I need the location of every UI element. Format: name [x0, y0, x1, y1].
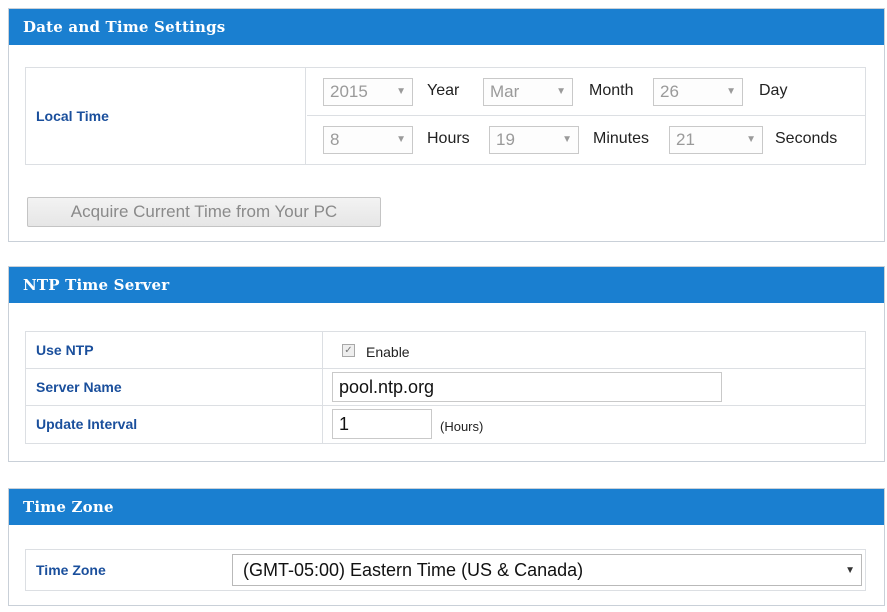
use-ntp-label: Use NTP	[36, 342, 94, 358]
column-divider	[322, 332, 323, 369]
date-time-settings-header: Date and Time Settings	[9, 9, 884, 45]
month-select[interactable]: Mar ▼	[483, 78, 573, 106]
minutes-select[interactable]: 19 ▼	[489, 126, 579, 154]
server-name-row: Server Name pool.ntp.org	[26, 369, 865, 406]
year-unit-label: Year	[427, 82, 460, 99]
month-dropdown-arrow-icon: ▼	[556, 86, 566, 97]
time-zone-header: Time Zone	[9, 489, 884, 525]
minutes-unit-label: Minutes	[593, 130, 650, 147]
year-select[interactable]: 2015 ▼	[323, 78, 413, 106]
minutes-value: 19	[496, 130, 515, 149]
time-zone-table: Time Zone (GMT-05:00) Eastern Time (US &…	[25, 549, 866, 591]
local-time-label-cell: Local Time	[26, 68, 306, 164]
ntp-time-server-panel: NTP Time Server Use NTP ✓ Enable Server …	[8, 266, 885, 462]
update-interval-row: Update Interval 1 (Hours)	[26, 406, 865, 443]
update-interval-input[interactable]: 1	[332, 409, 432, 439]
date-row: 2015 ▼ Year Mar ▼ Month 26 ▼ Day	[307, 68, 865, 116]
local-time-label: Local Time	[36, 108, 109, 124]
seconds-dropdown-arrow-icon: ▼	[746, 134, 756, 145]
minutes-dropdown-arrow-icon: ▼	[562, 134, 572, 145]
time-zone-dropdown-arrow-icon: ▼	[845, 565, 855, 576]
server-name-input[interactable]: pool.ntp.org	[332, 372, 722, 402]
seconds-unit-label: Seconds	[775, 130, 838, 147]
seconds-value: 21	[676, 130, 695, 149]
column-divider	[322, 369, 323, 406]
ntp-time-server-header: NTP Time Server	[9, 267, 884, 303]
time-zone-panel: Time Zone Time Zone (GMT-05:00) Eastern …	[8, 488, 885, 606]
use-ntp-row: Use NTP ✓ Enable	[26, 332, 865, 369]
date-time-settings-panel: Date and Time Settings Local Time 2015 ▼…	[8, 8, 885, 242]
update-interval-label: Update Interval	[36, 416, 138, 432]
day-unit-label: Day	[759, 82, 788, 99]
enable-ntp-checkbox[interactable]: ✓	[342, 344, 355, 357]
month-value: Mar	[490, 82, 520, 101]
year-dropdown-arrow-icon: ▼	[396, 86, 406, 97]
hours-value: 8	[330, 130, 340, 149]
day-dropdown-arrow-icon: ▼	[726, 86, 736, 97]
enable-label: Enable	[366, 344, 410, 360]
year-value: 2015	[330, 82, 368, 101]
column-divider	[322, 406, 323, 443]
time-row: 8 ▼ Hours 19 ▼ Minutes 21 ▼ Seconds	[307, 116, 865, 164]
hours-dropdown-arrow-icon: ▼	[396, 134, 406, 145]
acquire-pc-time-button[interactable]: Acquire Current Time from Your PC	[27, 197, 381, 227]
time-zone-select[interactable]: (GMT-05:00) Eastern Time (US & Canada) ▼	[232, 554, 862, 586]
update-interval-unit: (Hours)	[440, 419, 484, 434]
seconds-select[interactable]: 21 ▼	[669, 126, 763, 154]
server-name-label: Server Name	[36, 379, 122, 395]
ntp-settings-table: Use NTP ✓ Enable Server Name pool.ntp.or…	[25, 331, 866, 444]
hours-unit-label: Hours	[427, 130, 470, 147]
month-unit-label: Month	[589, 82, 634, 99]
time-zone-value: (GMT-05:00) Eastern Time (US & Canada)	[243, 560, 584, 580]
time-zone-label: Time Zone	[36, 562, 106, 578]
day-select[interactable]: 26 ▼	[653, 78, 743, 106]
day-value: 26	[660, 82, 679, 101]
local-time-table: Local Time 2015 ▼ Year Mar ▼ Month 26 ▼ …	[25, 67, 866, 165]
hours-select[interactable]: 8 ▼	[323, 126, 413, 154]
